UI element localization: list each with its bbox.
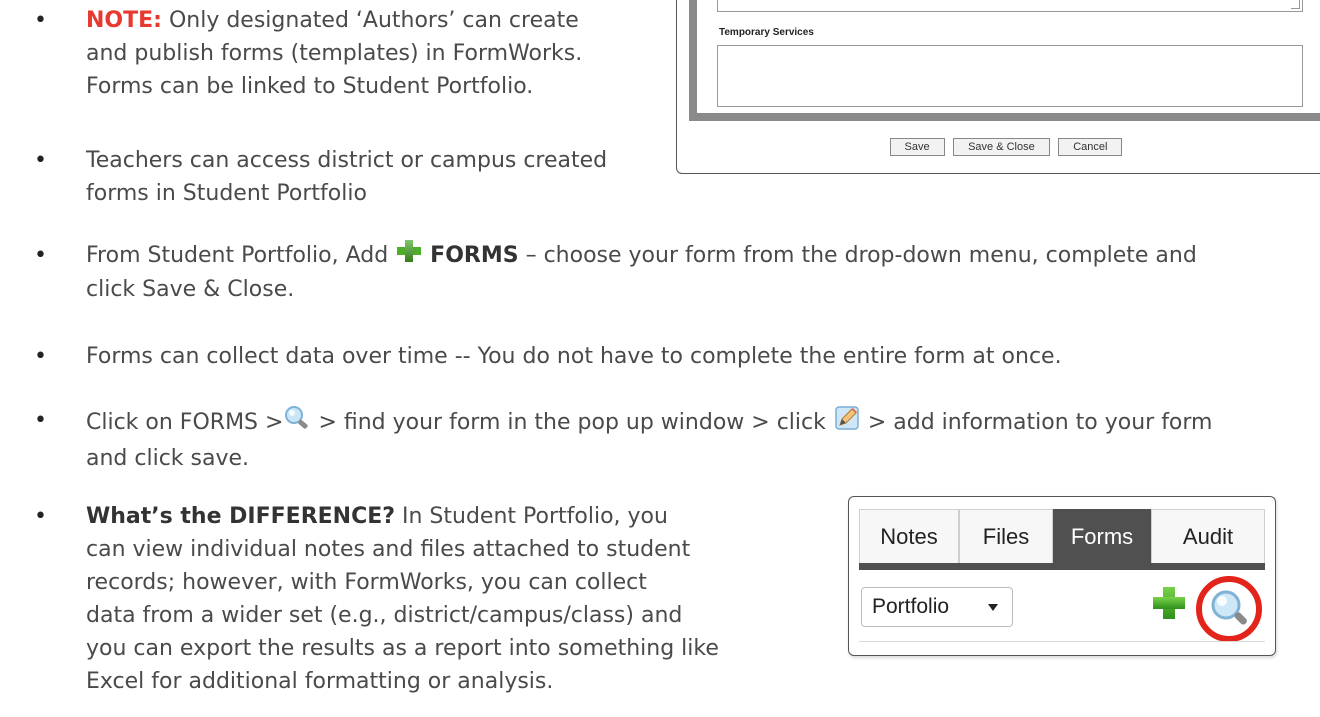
- form-button-row: Save Save & Close Cancel: [677, 137, 1320, 156]
- resize-grip-icon[interactable]: [1291, 0, 1300, 9]
- difference-text-6: Excel for additional formatting or analy…: [86, 669, 554, 694]
- difference-text-4: data from a wider set (e.g., district/ca…: [86, 603, 683, 628]
- portfolio-dropdown[interactable]: Portfolio: [861, 587, 1013, 627]
- tab-audit[interactable]: Audit: [1151, 509, 1265, 563]
- tabs-screenshot: Notes Files Forms Audit Portfolio: [848, 496, 1276, 656]
- panel-divider: [859, 641, 1265, 642]
- note-label: NOTE:: [86, 8, 162, 33]
- bullet-dot: •: [34, 8, 47, 33]
- dropdown-value: Portfolio: [872, 595, 950, 618]
- form-panel: Temporary Services: [689, 0, 1320, 121]
- tab-forms[interactable]: Forms: [1053, 509, 1151, 563]
- difference-text-2: can view individual notes and files atta…: [86, 537, 691, 562]
- add-forms-line2: click Save & Close.: [86, 277, 295, 302]
- add-forms-pre: From Student Portfolio, Add: [86, 243, 396, 268]
- save-button[interactable]: Save: [889, 138, 945, 156]
- tab-notes[interactable]: Notes: [859, 509, 959, 563]
- teachers-text-2: forms in Student Portfolio: [86, 181, 367, 206]
- click-forms-line2: and click save.: [86, 446, 250, 471]
- cancel-button[interactable]: Cancel: [1058, 138, 1123, 156]
- click-forms-post: > add information to your form: [860, 410, 1213, 435]
- note-text-3: Forms can be linked to Student Portfolio…: [86, 74, 534, 99]
- click-forms-mid: > find your form in the pop up window > …: [311, 410, 833, 435]
- teachers-text-1: Teachers can access district or campus c…: [86, 148, 608, 173]
- bullet-dot: •: [34, 344, 47, 369]
- tab-files[interactable]: Files: [959, 509, 1053, 563]
- search-magnifier-icon[interactable]: [1195, 575, 1263, 648]
- plus-icon: [395, 239, 423, 273]
- bullet-dot: •: [34, 504, 47, 529]
- note-text-1: Only designated ‘Authors’ can create: [161, 8, 579, 33]
- temporary-services-label: Temporary Services: [719, 27, 814, 38]
- difference-text-1: In Student Portfolio, you: [395, 504, 668, 529]
- difference-label: What’s the DIFFERENCE?: [86, 504, 396, 529]
- save-and-close-button[interactable]: Save & Close: [953, 138, 1050, 156]
- bullet-dot: •: [34, 243, 47, 268]
- temporary-services-textarea[interactable]: [717, 45, 1303, 107]
- bullet-dot: •: [34, 408, 47, 433]
- collect-text: Forms can collect data over time -- You …: [86, 344, 1062, 369]
- forms-bold-label: FORMS: [430, 243, 519, 268]
- tab-bar: Notes Files Forms Audit: [859, 509, 1265, 570]
- difference-text-3: records; however, with FormWorks, you ca…: [86, 570, 647, 595]
- difference-text-5: you can export the results as a report i…: [86, 636, 719, 661]
- note-text-2: and publish forms (templates) in FormWor…: [86, 41, 583, 66]
- add-forms-post: – choose your form from the drop-down me…: [518, 243, 1197, 268]
- edit-icon: [833, 404, 861, 442]
- click-forms-pre: Click on FORMS >: [86, 410, 284, 435]
- magnifier-icon: [283, 405, 311, 441]
- bullet-dot: •: [34, 148, 47, 173]
- previous-textarea[interactable]: [717, 0, 1303, 12]
- chevron-down-icon: [988, 604, 998, 611]
- form-screenshot: Temporary Services Save Save & Close Can…: [676, 0, 1320, 174]
- add-plus-icon[interactable]: [1151, 585, 1187, 626]
